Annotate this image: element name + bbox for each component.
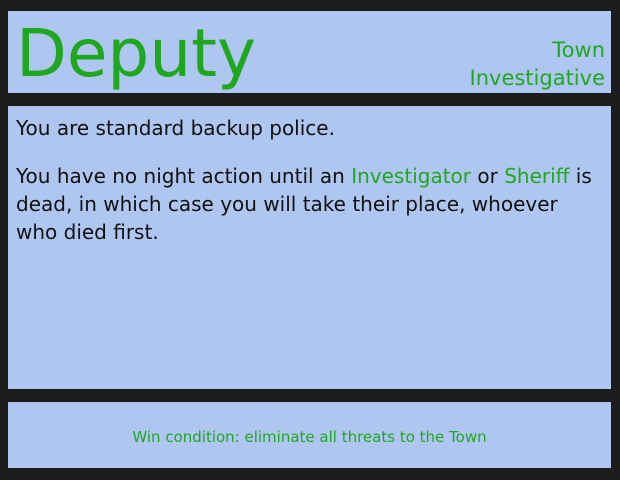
- role-description-panel: You are standard backup police. You have…: [8, 106, 611, 389]
- ability-text-part: You have no night action until an: [16, 164, 352, 188]
- category-label: Investigative: [469, 66, 605, 90]
- ability-text: You have no night action until an Invest…: [16, 162, 601, 246]
- summary-text: You are standard backup police.: [16, 116, 335, 140]
- role-title: Deputy: [16, 15, 257, 92]
- sheriff-role-link: Sheriff: [504, 164, 570, 188]
- role-alignment: Town Investigative: [470, 36, 605, 92]
- role-header: Deputy Town Investigative: [8, 11, 611, 93]
- win-condition-text: Win condition: eliminate all threats to …: [132, 428, 487, 446]
- investigator-role-link: Investigator: [351, 164, 472, 188]
- role-description: You are standard backup police. You have…: [16, 114, 601, 266]
- faction-label: Town: [552, 38, 605, 62]
- win-condition-panel: Win condition: eliminate all threats to …: [8, 402, 611, 468]
- ability-text-part: or: [471, 164, 505, 188]
